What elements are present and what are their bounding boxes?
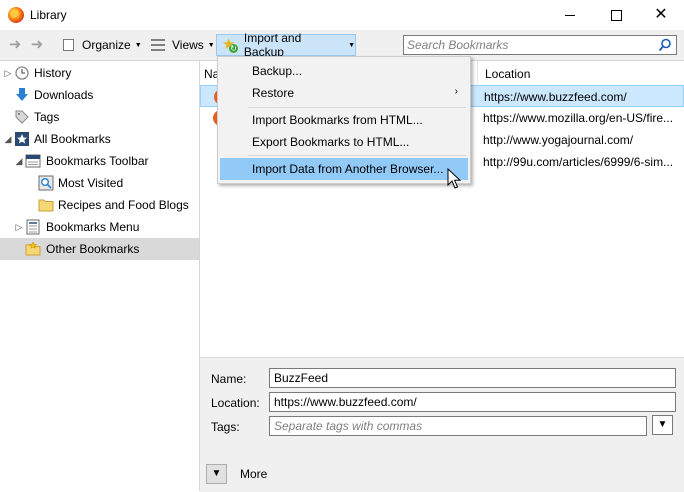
tree-item-label: Tags bbox=[34, 110, 60, 124]
chevron-down-icon[interactable]: ◢ bbox=[3, 134, 13, 144]
search-box[interactable] bbox=[403, 35, 677, 55]
tags-icon bbox=[15, 110, 29, 124]
search-input[interactable] bbox=[407, 37, 652, 53]
back-button[interactable]: ➜ bbox=[6, 36, 24, 54]
menu-item-label: Restore bbox=[252, 86, 295, 100]
column-location-header[interactable]: Location bbox=[485, 67, 530, 81]
other-bookmarks-icon bbox=[25, 241, 41, 256]
name-field[interactable] bbox=[269, 368, 676, 388]
row-location: http://www.yogajournal.com/ bbox=[483, 133, 634, 147]
organize-icon bbox=[63, 39, 74, 51]
chevron-right-icon[interactable]: ▷ bbox=[14, 222, 24, 232]
window-title: Library bbox=[30, 8, 67, 22]
more-toggle-button[interactable]: ▼ bbox=[206, 464, 227, 484]
chevron-down-icon: ▼ bbox=[211, 468, 222, 479]
maximize-button[interactable] bbox=[593, 0, 639, 30]
bookmarks-tree: ▷ History Downloads Tags ◢ All Bookmarks… bbox=[0, 61, 200, 491]
import-star-icon: ★ ↻ bbox=[222, 36, 238, 53]
downloads-icon bbox=[16, 88, 28, 101]
caret-down-icon: ▼ bbox=[207, 41, 215, 49]
location-label: Location: bbox=[211, 396, 260, 410]
tree-item-label: Downloads bbox=[34, 88, 94, 102]
import-and-backup-button[interactable]: ★ ↻ Import and Backup ▼ bbox=[216, 31, 356, 59]
history-icon bbox=[15, 66, 29, 80]
minimize-button[interactable] bbox=[547, 0, 593, 30]
details-pane: Name: Location: Tags: ▼ ▼ More bbox=[200, 357, 684, 492]
row-location: https://www.buzzfeed.com/ bbox=[484, 90, 627, 104]
close-button[interactable]: ✕ bbox=[638, 0, 684, 30]
menu-item-label: Import Data from Another Browser... bbox=[252, 162, 444, 176]
bookmarks-menu-icon bbox=[26, 219, 40, 235]
search-icon[interactable] bbox=[658, 38, 672, 52]
bookmarks-toolbar-icon bbox=[25, 154, 41, 168]
more-label[interactable]: More bbox=[240, 467, 267, 481]
chevron-down-icon: ▼ bbox=[657, 419, 668, 430]
caret-down-icon: ▼ bbox=[134, 41, 142, 49]
forward-button[interactable]: ➜ bbox=[28, 36, 46, 54]
arrow-left-icon: ➜ bbox=[8, 36, 22, 53]
tree-item-label: Most Visited bbox=[58, 176, 124, 190]
title-bar: Library ✕ bbox=[0, 0, 684, 30]
tree-item-history[interactable]: ▷ History bbox=[0, 62, 199, 84]
tree-item-label: Bookmarks Toolbar bbox=[46, 154, 149, 168]
tree-item-label: Other Bookmarks bbox=[46, 242, 140, 256]
maximize-icon bbox=[610, 9, 622, 21]
organize-label: Organize bbox=[82, 38, 131, 52]
row-location: https://www.mozilla.org/en-US/fire... bbox=[483, 111, 674, 125]
views-label: Views bbox=[172, 38, 204, 52]
firefox-icon bbox=[8, 7, 24, 23]
menu-item-label: Export Bookmarks to HTML... bbox=[252, 135, 410, 149]
tree-item-bookmarks-toolbar[interactable]: ◢ Bookmarks Toolbar bbox=[0, 150, 199, 172]
minimize-icon bbox=[565, 14, 575, 16]
chevron-down-icon[interactable]: ◢ bbox=[14, 156, 24, 166]
tree-item-tags[interactable]: Tags bbox=[0, 106, 199, 128]
menu-item-import-browser[interactable]: Import Data from Another Browser... bbox=[220, 158, 468, 180]
location-field[interactable] bbox=[269, 392, 676, 412]
tree-item-downloads[interactable]: Downloads bbox=[0, 84, 199, 106]
menu-item-export-html[interactable]: Export Bookmarks to HTML... bbox=[220, 131, 468, 153]
chevron-right-icon[interactable]: ▷ bbox=[3, 68, 13, 78]
tags-field[interactable] bbox=[269, 416, 647, 436]
menu-item-label: Backup... bbox=[252, 64, 303, 78]
arrow-right-icon: ➜ bbox=[30, 36, 44, 53]
import-backup-menu: Backup... Restore › Import Bookmarks fro… bbox=[217, 56, 471, 184]
menu-separator bbox=[248, 155, 466, 156]
menu-item-restore[interactable]: Restore › bbox=[220, 82, 468, 104]
smart-folder-icon bbox=[38, 175, 54, 191]
folder-icon bbox=[38, 199, 54, 212]
tree-item-label: History bbox=[34, 66, 72, 80]
tree-item-bookmarks-menu[interactable]: ▷ Bookmarks Menu bbox=[0, 216, 199, 238]
all-bookmarks-icon bbox=[15, 132, 29, 146]
caret-down-icon: ▼ bbox=[348, 41, 355, 49]
organize-button[interactable]: Organize ▼ bbox=[60, 34, 142, 56]
tree-item-other-bookmarks[interactable]: Other Bookmarks bbox=[0, 238, 199, 260]
menu-item-backup[interactable]: Backup... bbox=[220, 60, 468, 82]
column-separator[interactable] bbox=[477, 61, 478, 85]
views-icon bbox=[150, 37, 166, 53]
name-label: Name: bbox=[211, 372, 247, 386]
tree-item-recipes-folder[interactable]: Recipes and Food Blogs bbox=[0, 194, 199, 216]
tree-item-most-visited[interactable]: Most Visited bbox=[0, 172, 199, 194]
views-button[interactable]: Views ▼ bbox=[150, 34, 215, 56]
close-icon: ✕ bbox=[654, 6, 668, 23]
menu-separator bbox=[248, 107, 466, 108]
tree-item-label: Recipes and Food Blogs bbox=[58, 198, 189, 212]
chevron-right-icon: › bbox=[454, 86, 458, 97]
menu-item-import-html[interactable]: Import Bookmarks from HTML... bbox=[220, 109, 468, 131]
menu-item-label: Import Bookmarks from HTML... bbox=[252, 113, 423, 127]
tags-dropdown-button[interactable]: ▼ bbox=[652, 415, 673, 435]
tags-label: Tags: bbox=[211, 420, 240, 434]
tree-item-label: Bookmarks Menu bbox=[46, 220, 140, 234]
row-location: http://99u.com/articles/6999/6-sim... bbox=[483, 155, 674, 169]
import-and-backup-label: Import and Backup bbox=[243, 31, 302, 59]
tree-item-all-bookmarks[interactable]: ◢ All Bookmarks bbox=[0, 128, 199, 150]
tree-item-label: All Bookmarks bbox=[34, 132, 111, 146]
mouse-cursor-icon bbox=[447, 168, 461, 189]
